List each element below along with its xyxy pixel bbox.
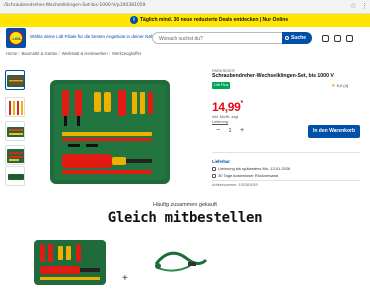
quantity-minus-button[interactable]: − [214,127,222,135]
article-number: Artikelnummer: 100381059 [212,183,258,187]
cart-icon[interactable] [346,35,353,42]
bundle-strap-illustration [154,251,208,272]
rating[interactable]: ★ 5,0 (4) [331,83,348,89]
url-text[interactable]: /Schraubendreher-Wechselklingen-Set-bis-… [4,3,145,8]
browser-menu-icon[interactable]: ⋮ [361,2,368,10]
store-selector-link[interactable]: Wähle deine Lidl-Filiale für die besten … [30,34,156,39]
divider [212,180,360,181]
return-icon [212,173,216,178]
divider [212,152,360,153]
add-to-cart-button[interactable]: In den Warenkorb [308,125,360,138]
breadcrumb-item[interactable]: Baumarkt & Garten [22,51,58,56]
quantity-stepper: − 1 + [212,126,248,136]
rating-count: (4) [343,83,349,88]
logo-text: LIDL [12,36,22,41]
breadcrumb-item[interactable]: Werkzeugkoffer [112,51,141,56]
breadcrumb-separator: / [108,51,110,56]
promo-bar[interactable]: i Täglich mind. 30 neue reduzierte Deals… [0,14,370,27]
product-thumbnail[interactable] [5,145,25,165]
star-icon: ★ [331,83,336,89]
price-value: 14,99 [212,100,241,114]
screwdrivers-thumb-image [9,101,23,115]
delivery-status: Lieferbar [212,159,230,164]
return-info: 30 Tage kostenloser Rückversand [212,173,278,178]
delivery-date: Lieferung bis spätestens Mo, 13.01.2026 [212,166,290,171]
truck-icon [212,166,216,171]
return-info-text: 30 Tage kostenloser Rückversand [218,173,279,178]
bundle-toolkit-illustration [34,240,106,285]
rating-value: 5,0 [336,83,343,88]
toolkit-thumb-image [7,75,24,87]
bundle-headline: Gleich mitbestellen [107,210,263,226]
bookmark-star-icon[interactable]: ☆ [350,2,356,10]
breadcrumb-separator: / [58,51,60,56]
product-thumbnail[interactable] [5,121,25,141]
breadcrumb-item[interactable]: Home [6,51,17,56]
price-note: inkl. MwSt. zzgl. Lieferung [212,115,239,125]
browser-address-bar[interactable]: /Schraubendreher-Wechselklingen-Set-bis-… [0,0,370,14]
search-button[interactable]: Suche [282,32,312,44]
plus-icon: + [122,273,128,284]
lidl-plus-badge: Lidl Plus [212,82,231,89]
case-open-thumb-image [7,149,24,163]
quantity-plus-button[interactable]: + [238,127,246,135]
product-main-image[interactable] [48,78,172,186]
promo-text: Täglich mind. 30 neue reduzierte Deals e… [140,17,289,23]
product-title: Schraubendreher-Wechselklingen-Set, bis … [212,73,334,79]
logo-circle: LIDL [9,31,23,45]
delivery-date-text: Lieferung bis spätestens Mo, 13.01.2026 [218,166,291,171]
account-icon[interactable] [322,35,329,42]
favorites-icon[interactable] [334,35,341,42]
breadcrumb-item[interactable]: Werkstatt & Heimwerken [62,51,108,56]
case-thumb-image [7,127,24,137]
product-thumbnail[interactable] [5,70,25,90]
toolkit-case-illustration [50,80,170,184]
info-icon: i [130,16,138,24]
search-button-label: Suche [291,35,307,41]
search-placeholder: Wonach suchst du? [159,36,203,42]
closed-case-thumb-image [8,174,24,180]
bundle-product-image[interactable] [150,240,210,280]
product-price: 14,99* [212,100,243,114]
price-note-line: Lieferung [212,120,228,124]
breadcrumb: Home/ Baumarkt & Garten/ Werkstatt & Hei… [6,51,141,56]
product-thumbnail[interactable] [5,166,25,186]
product-thumbnail[interactable] [5,97,25,117]
price-star: * [240,100,244,107]
search-icon [285,35,289,40]
breadcrumb-separator: / [18,51,20,56]
frequently-bought-label: Häufig zusammen gekauft [153,202,217,208]
bundle-product-image[interactable] [30,232,110,287]
lidl-logo[interactable]: LIDL [6,28,26,48]
quantity-value[interactable]: 1 [226,127,234,135]
